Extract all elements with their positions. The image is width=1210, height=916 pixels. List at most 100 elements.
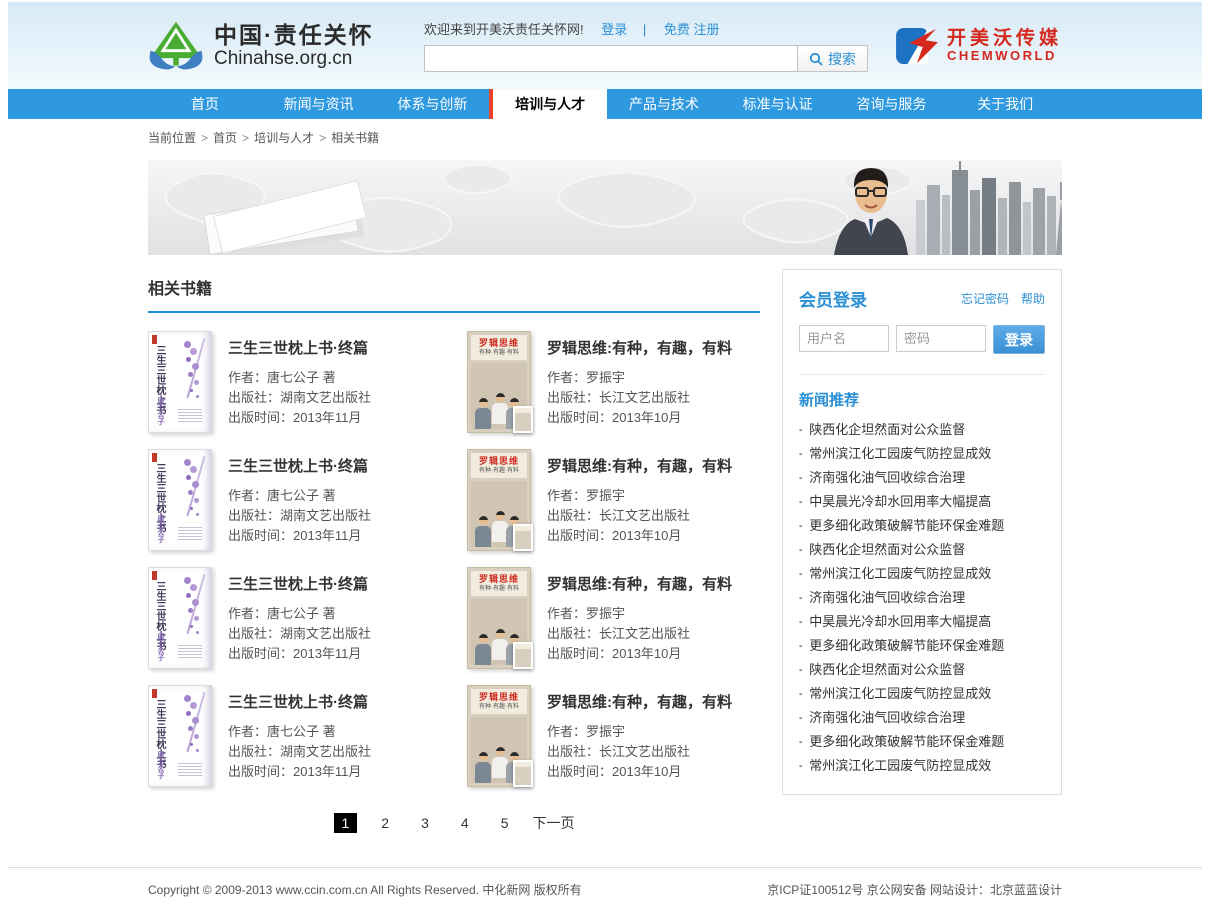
nav-item[interactable]: 标准与认证 <box>721 89 835 119</box>
cover-text-lines <box>178 645 202 660</box>
book-title[interactable]: 罗辑思维:有种，有趣，有料 <box>547 691 732 712</box>
bullet-icon: ▪ <box>799 737 802 747</box>
book-date: 出版时间：2013年11月 <box>228 762 371 782</box>
nav-item[interactable]: 体系与创新 <box>376 89 490 119</box>
news-item[interactable]: ▪济南强化油气回收综合治理 <box>799 586 1045 610</box>
pagination-page[interactable]: 3 <box>413 813 437 833</box>
username-input[interactable] <box>799 325 889 352</box>
book-title[interactable]: 罗辑思维:有种，有趣，有料 <box>547 337 732 358</box>
book-item: 罗辑思维有种·有趣·有料罗辑思维:有种，有趣，有料作者：罗振宇出版社：长江文艺出… <box>467 567 760 669</box>
news-item[interactable]: ▪陕西化企坦然面对公众监督 <box>799 538 1045 562</box>
pagination-page[interactable]: 4 <box>453 813 477 833</box>
breadcrumb-item[interactable]: 首页 <box>213 131 237 145</box>
brand-name-en: CHEMWORLD <box>947 49 1062 63</box>
chemworld-logo[interactable]: 开美沃传媒 CHEMWORLD <box>896 27 1062 65</box>
book-author: 作者：罗振宇 <box>547 722 732 742</box>
news-item[interactable]: ▪陕西化企坦然面对公众监督 <box>799 418 1045 442</box>
book-info: 罗辑思维:有种，有趣，有料作者：罗振宇出版社：长江文艺出版社出版时间：2013年… <box>547 331 732 433</box>
book-date: 出版时间：2013年10月 <box>547 526 732 546</box>
member-login-header: 会员登录 忘记密码 帮助 <box>799 286 1045 311</box>
cover-title: 罗辑思维 <box>471 337 527 349</box>
news-item[interactable]: ▪陕西化企坦然面对公众监督 <box>799 658 1045 682</box>
search-button[interactable]: 搜索 <box>797 45 868 72</box>
news-item-text: 中昊晨光冷却水回用率大幅提高 <box>809 494 991 509</box>
site-header: 中国·责任关怀 Chinahse.org.cn 欢迎来到开美沃责任关怀网! 登录… <box>8 2 1202 89</box>
logo-text: 中国·责任关怀 Chinahse.org.cn <box>214 22 374 70</box>
book-cover[interactable]: 三生三世枕上书唐七公子 <box>148 685 212 787</box>
breadcrumb: 当前位置>首页>培训与人才>相关书籍 <box>148 119 1062 152</box>
seal-mark-icon <box>152 689 157 698</box>
cover-title: 罗辑思维 <box>471 691 527 703</box>
welcome-bar: 欢迎来到开美沃责任关怀网! 登录 | 免费 注册 <box>424 19 868 38</box>
book-info: 三生三世枕上书·终篇作者：唐七公子 著出版社：湖南文艺出版社出版时间：2013年… <box>228 331 371 433</box>
register-link[interactable]: 免费 注册 <box>664 22 720 37</box>
news-item[interactable]: ▪常州滨江化工园废气防控显成效 <box>799 442 1045 466</box>
news-item[interactable]: ▪济南强化油气回收综合治理 <box>799 706 1045 730</box>
book-date: 出版时间：2013年11月 <box>228 408 371 428</box>
book-title[interactable]: 三生三世枕上书·终篇 <box>228 573 371 594</box>
book-author: 作者：罗振宇 <box>547 486 732 506</box>
bullet-icon: ▪ <box>799 713 802 723</box>
cover-subtitle: 有种·有趣·有料 <box>471 585 527 593</box>
nav-item[interactable]: 培训与人才 <box>489 89 607 119</box>
news-item[interactable]: ▪ 中昊晨光冷却水回用率大幅提高 <box>799 490 1045 514</box>
cover-author: 唐七公子 <box>155 397 165 425</box>
book-title[interactable]: 三生三世枕上书·终篇 <box>228 337 371 358</box>
news-item[interactable]: ▪更多细化政策破解节能环保金难题 <box>799 634 1045 658</box>
login-link[interactable]: 登录 <box>601 22 627 37</box>
site-logo[interactable]: 中国·责任关怀 Chinahse.org.cn <box>148 19 424 73</box>
search-bar: 搜索 <box>424 45 868 72</box>
news-item[interactable]: ▪常州滨江化工园废气防控显成效 <box>799 562 1045 586</box>
book-title[interactable]: 罗辑思维:有种，有趣，有料 <box>547 455 732 476</box>
icp-text: 京ICP证100512号 京公网安备 网站设计：北京蓝蓝设计 <box>767 881 1062 898</box>
nav-item[interactable]: 新闻与资讯 <box>262 89 376 119</box>
bullet-icon: ▪ <box>799 497 802 507</box>
news-item[interactable]: ▪中昊晨光冷却水回用率大幅提高 <box>799 610 1045 634</box>
pagination-page[interactable]: 5 <box>493 813 517 833</box>
login-form: 登录 <box>799 325 1045 354</box>
bullet-icon: ▪ <box>799 473 802 483</box>
book-title[interactable]: 罗辑思维:有种，有趣，有料 <box>547 573 732 594</box>
news-item[interactable]: ▪更多细化政策破解节能环保金难题 <box>799 514 1045 538</box>
person-head <box>479 516 488 525</box>
pagination-page[interactable]: 2 <box>373 813 397 833</box>
nav-item[interactable]: 咨询与服务 <box>835 89 949 119</box>
forgot-password-link[interactable]: 忘记密码 <box>961 290 1009 307</box>
page-title: 相关书籍 <box>148 269 760 313</box>
book-cover[interactable]: 罗辑思维有种·有趣·有料 <box>467 685 531 787</box>
book-item: 罗辑思维有种·有趣·有料罗辑思维:有种，有趣，有料作者：罗振宇出版社：长江文艺出… <box>467 685 760 787</box>
book-cover[interactable]: 罗辑思维有种·有趣·有料 <box>467 449 531 551</box>
nav-item[interactable]: 关于我们 <box>948 89 1062 119</box>
breadcrumb-item[interactable]: 培训与人才 <box>254 131 314 145</box>
book-cover[interactable]: 三生三世枕上书唐七公子 <box>148 449 212 551</box>
nav-item[interactable]: 首页 <box>148 89 262 119</box>
book-cover[interactable]: 三生三世枕上书唐七公子 <box>148 567 212 669</box>
breadcrumb-separator: > <box>319 131 326 145</box>
password-input[interactable] <box>896 325 986 352</box>
pagination-next[interactable]: 下一页 <box>532 813 574 833</box>
news-item[interactable]: ▪更多细化政策破解节能环保金难题 <box>799 730 1045 754</box>
search-input[interactable] <box>424 45 798 72</box>
book-item: 三生三世枕上书唐七公子三生三世枕上书·终篇作者：唐七公子 著出版社：湖南文艺出版… <box>148 567 441 669</box>
book-title[interactable]: 三生三世枕上书·终篇 <box>228 691 371 712</box>
news-item[interactable]: ▪常州滨江化工园废气防控显成效 <box>799 754 1045 778</box>
login-button[interactable]: 登录 <box>993 325 1045 354</box>
person-head <box>496 747 505 756</box>
book-cover[interactable]: 罗辑思维有种·有趣·有料 <box>467 331 531 433</box>
mini-book-inset <box>513 760 533 787</box>
book-title[interactable]: 三生三世枕上书·终篇 <box>228 455 371 476</box>
brand-text: 开美沃传媒 CHEMWORLD <box>947 29 1062 63</box>
news-item[interactable]: ▪常州滨江化工园废气防控显成效 <box>799 682 1045 706</box>
pagination-page[interactable]: 1 <box>334 813 358 833</box>
person-body <box>475 526 491 547</box>
help-link[interactable]: 帮助 <box>1021 290 1045 307</box>
book-cover[interactable]: 三生三世枕上书唐七公子 <box>148 331 212 433</box>
nav-item[interactable]: 产品与技术 <box>607 89 721 119</box>
sidebar-divider <box>799 374 1045 375</box>
book-cover[interactable]: 罗辑思维有种·有趣·有料 <box>467 567 531 669</box>
book-info: 三生三世枕上书·终篇作者：唐七公子 著出版社：湖南文艺出版社出版时间：2013年… <box>228 449 371 551</box>
book-publisher: 出版社：湖南文艺出版社 <box>228 506 371 526</box>
news-item-text: 常州滨江化工园废气防控显成效 <box>809 686 991 701</box>
bullet-icon: ▪ <box>799 641 802 651</box>
news-item[interactable]: ▪济南强化油气回收综合治理 <box>799 466 1045 490</box>
